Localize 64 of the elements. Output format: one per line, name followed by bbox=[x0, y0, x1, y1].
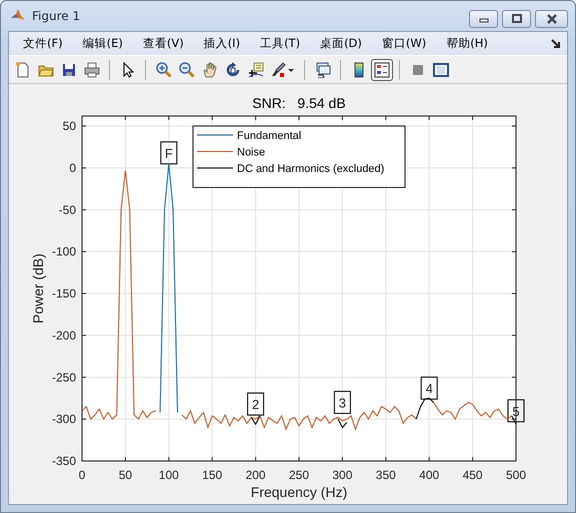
tick-label: 450 bbox=[462, 468, 483, 482]
maximize-icon bbox=[510, 14, 522, 24]
minimize-button[interactable] bbox=[469, 10, 498, 28]
tick-label: 200 bbox=[246, 468, 266, 482]
tick-label: 400 bbox=[419, 468, 440, 482]
legend-button[interactable] bbox=[370, 58, 392, 80]
tick-label: -300 bbox=[52, 412, 76, 426]
printer-icon bbox=[84, 62, 100, 78]
annotation: 3 bbox=[338, 395, 346, 410]
harmonic-label: 4 bbox=[420, 376, 438, 400]
menu-item[interactable]: 帮助(H) bbox=[440, 34, 496, 53]
hand-icon bbox=[202, 62, 218, 78]
tick-label: 500 bbox=[506, 468, 526, 482]
frame-icon bbox=[432, 62, 448, 78]
new-file-icon bbox=[14, 62, 30, 78]
tick-label: 300 bbox=[332, 468, 352, 482]
tick-label: -150 bbox=[52, 286, 76, 301]
tick-label: -100 bbox=[52, 244, 76, 259]
zoom-out-icon bbox=[178, 62, 194, 78]
menu-item[interactable]: 桌面(D) bbox=[314, 34, 370, 53]
data-cursor-icon bbox=[248, 62, 264, 78]
rotate-icon bbox=[224, 62, 240, 78]
harmonic-label: 2 bbox=[247, 392, 264, 416]
annotation: 4 bbox=[426, 381, 433, 396]
menu-item[interactable]: 窗口(W) bbox=[376, 34, 434, 53]
legend-entry[interactable]: DC and Harmonics (excluded) bbox=[196, 163, 384, 175]
legend-icon bbox=[374, 62, 390, 78]
legend-label: Noise bbox=[237, 146, 266, 158]
tick-label: 100 bbox=[158, 468, 179, 482]
tick-label: -50 bbox=[58, 202, 76, 217]
tick-label: 150 bbox=[202, 468, 222, 482]
tick-label: 50 bbox=[62, 119, 76, 134]
annotation: F bbox=[164, 146, 173, 161]
x-axis-label: Frequency (Hz) bbox=[250, 484, 348, 500]
undock-arrow-icon[interactable] bbox=[551, 38, 561, 48]
close-button[interactable] bbox=[535, 10, 568, 28]
legend-label: Fundamental bbox=[237, 130, 302, 142]
menu-item[interactable]: 编辑(E) bbox=[76, 34, 131, 53]
tick-label: -250 bbox=[52, 370, 76, 384]
chart-title: SNR: 9.54 dB bbox=[252, 95, 346, 111]
harmonic-label: 3 bbox=[334, 390, 351, 414]
y-axis-label: Power (dB) bbox=[30, 253, 46, 324]
legend-label: DC and Harmonics (excluded) bbox=[237, 163, 384, 175]
tick-label: -200 bbox=[52, 328, 76, 342]
harmonic-label: F bbox=[160, 141, 178, 164]
tick-label: 350 bbox=[376, 468, 396, 482]
linked-plots-icon bbox=[314, 62, 330, 78]
tick-label: 50 bbox=[118, 468, 132, 482]
annotation: 2 bbox=[252, 397, 260, 412]
legend-entry[interactable]: Noise bbox=[196, 146, 266, 158]
menu-item[interactable]: 查看(V) bbox=[136, 34, 192, 53]
window-title: Figure 1 bbox=[32, 9, 82, 23]
close-icon bbox=[546, 14, 558, 24]
legend-entry[interactable]: Fundamental bbox=[196, 130, 302, 142]
zoom-in-icon bbox=[156, 62, 172, 78]
menu-item[interactable]: 文件(F) bbox=[17, 34, 71, 53]
brush-icon bbox=[270, 62, 294, 78]
tick-label: 0 bbox=[78, 468, 86, 482]
tick-label: -350 bbox=[52, 454, 76, 468]
menu-item[interactable]: 插入(I) bbox=[198, 34, 248, 53]
maximize-button[interactable] bbox=[502, 10, 531, 28]
tick-label: 0 bbox=[69, 160, 76, 175]
tick-label: 250 bbox=[288, 468, 310, 482]
menu-item[interactable]: 工具(T) bbox=[254, 34, 308, 53]
